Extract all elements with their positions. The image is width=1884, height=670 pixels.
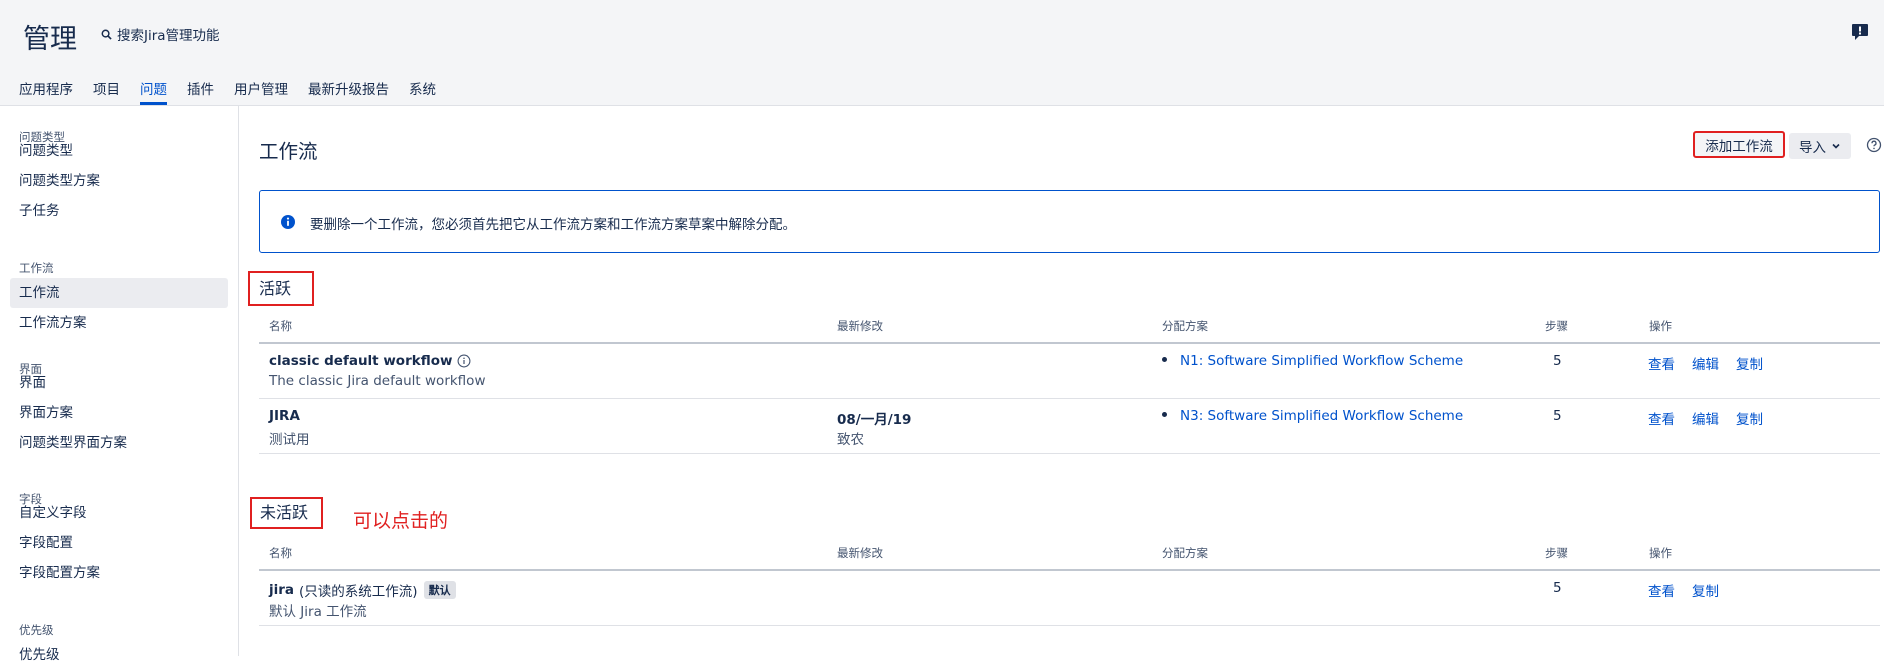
workflow-description: 默认 Jira 工作流 — [269, 604, 367, 620]
column-header-actions: 操作 — [1649, 546, 1672, 560]
sidebar-group-workflows: 工作流 — [19, 261, 54, 275]
table-header-divider — [259, 569, 1880, 571]
admin-search[interactable]: 搜索Jira管理功能 — [101, 23, 220, 45]
workflow-last-modified: 08/一月/19 — [837, 412, 912, 428]
active-section-heading: 活跃 — [248, 271, 314, 306]
admin-title: 管理 — [23, 24, 77, 55]
sidebar-item-custom-fields[interactable]: 自定义字段 — [10, 498, 228, 528]
default-badge: 默认 — [423, 581, 456, 599]
sidebar-item-screen-schemes[interactable]: 界面方案 — [10, 398, 228, 428]
view-link[interactable]: 查看 — [1648, 353, 1675, 373]
table-header-divider — [259, 342, 1880, 344]
sidebar-item-issue-type-screen-schemes[interactable]: 问题类型界面方案 — [10, 428, 228, 458]
nav-system[interactable]: 系统 — [409, 78, 436, 105]
sidebar-item-field-configurations[interactable]: 字段配置 — [10, 528, 228, 558]
admin-nav: 应用程序 项目 问题 插件 用户管理 最新升级报告 系统 — [19, 78, 456, 105]
sidebar-item-priorities[interactable]: 优先级 — [10, 640, 228, 670]
nav-applications[interactable]: 应用程序 — [19, 78, 73, 105]
column-header-schemes: 分配方案 — [1162, 319, 1208, 333]
sidebar-item-field-configuration-schemes[interactable]: 字段配置方案 — [10, 558, 228, 588]
feedback-icon[interactable] — [1850, 22, 1870, 42]
workflow-scheme-link[interactable]: N1: Software Simplified Workflow Scheme — [1162, 353, 1463, 369]
copy-link[interactable]: 复制 — [1736, 353, 1763, 373]
nav-plugins[interactable]: 插件 — [187, 78, 214, 105]
column-header-name: 名称 — [269, 546, 292, 560]
table-row: classic default workflow — [269, 353, 471, 369]
add-workflow-button[interactable]: 添加工作流 — [1693, 131, 1785, 158]
header-divider — [0, 105, 1884, 106]
nav-issues[interactable]: 问题 — [140, 78, 167, 105]
workflow-name: jira — [269, 582, 295, 598]
column-header-last-modified: 最新修改 — [837, 319, 883, 333]
sidebar-item-screens[interactable]: 界面 — [10, 368, 228, 398]
workflow-description: The classic Jira default workflow — [269, 373, 486, 389]
view-link[interactable]: 查看 — [1648, 408, 1675, 428]
chevron-down-icon — [1832, 143, 1840, 149]
table-row: jira (只读的系统工作流) 默认 — [269, 580, 456, 600]
bullet — [1162, 411, 1167, 417]
nav-user-management[interactable]: 用户管理 — [234, 78, 288, 105]
workflow-scheme-label: N1: Software Simplified Workflow Scheme — [1180, 353, 1464, 369]
column-header-last-modified: 最新修改 — [837, 546, 883, 560]
workflow-description: 测试用 — [269, 432, 310, 448]
view-link[interactable]: 查看 — [1648, 580, 1675, 600]
sidebar-group-priorities: 优先级 — [19, 623, 54, 637]
row-divider — [259, 453, 1880, 454]
copy-link[interactable]: 复制 — [1736, 408, 1763, 428]
readonly-note: (只读的系统工作流) — [299, 584, 418, 600]
page-title: 工作流 — [259, 140, 318, 163]
edit-link[interactable]: 编辑 — [1692, 408, 1719, 428]
sidebar-item-subtasks[interactable]: 子任务 — [10, 196, 228, 226]
workflow-steps: 5 — [1553, 408, 1562, 424]
nav-upgrade-report[interactable]: 最新升级报告 — [308, 78, 389, 105]
table-row: JIRA — [269, 408, 300, 424]
column-header-steps: 步骤 — [1545, 546, 1568, 560]
column-header-steps: 步骤 — [1545, 319, 1568, 333]
top-header: 管理 搜索Jira管理功能 应用程序 项目 问题 插件 用户管理 最新升级报告 … — [0, 0, 1884, 105]
sidebar-item-workflow-schemes[interactable]: 工作流方案 — [10, 308, 228, 338]
workflow-modified-by: 致农 — [837, 432, 864, 448]
copy-link[interactable]: 复制 — [1692, 580, 1719, 600]
import-button-label: 导入 — [1799, 140, 1826, 156]
import-button[interactable]: 导入 — [1789, 133, 1851, 159]
info-circle-icon[interactable] — [457, 354, 471, 368]
workflow-name: classic default workflow — [269, 353, 453, 369]
clickable-annotation: 可以点击的 — [353, 510, 449, 532]
search-icon — [101, 29, 112, 40]
bullet — [1162, 356, 1167, 362]
inactive-section-heading: 未活跃 — [250, 497, 323, 529]
row-divider — [259, 625, 1880, 626]
workflow-steps: 5 — [1553, 353, 1562, 369]
info-icon — [281, 215, 295, 229]
column-header-schemes: 分配方案 — [1162, 546, 1208, 560]
help-icon[interactable] — [1866, 137, 1882, 153]
column-header-actions: 操作 — [1649, 319, 1672, 333]
admin-search-label: 搜索Jira管理功能 — [117, 28, 220, 44]
row-divider — [259, 398, 1880, 399]
nav-projects[interactable]: 项目 — [93, 78, 120, 105]
info-message-text: 要删除一个工作流，您必须首先把它从工作流方案和工作流方案草案中解除分配。 — [310, 217, 796, 233]
sidebar-item-workflows[interactable]: 工作流 — [10, 278, 228, 308]
workflow-scheme-link[interactable]: N3: Software Simplified Workflow Scheme — [1162, 408, 1463, 424]
sidebar-item-issue-types[interactable]: 问题类型 — [10, 136, 228, 166]
column-header-name: 名称 — [269, 319, 292, 333]
workflow-name: JIRA — [269, 408, 300, 424]
workflow-steps: 5 — [1553, 580, 1562, 596]
info-message: 要删除一个工作流，您必须首先把它从工作流方案和工作流方案草案中解除分配。 — [259, 190, 1880, 253]
sidebar-item-issue-type-schemes[interactable]: 问题类型方案 — [10, 166, 228, 196]
sidebar: 问题类型 问题类型 问题类型方案 子任务 工作流 工作流 工作流方案 界面 界面… — [0, 106, 239, 663]
edit-link[interactable]: 编辑 — [1692, 353, 1719, 373]
workflow-scheme-label: N3: Software Simplified Workflow Scheme — [1180, 408, 1464, 424]
